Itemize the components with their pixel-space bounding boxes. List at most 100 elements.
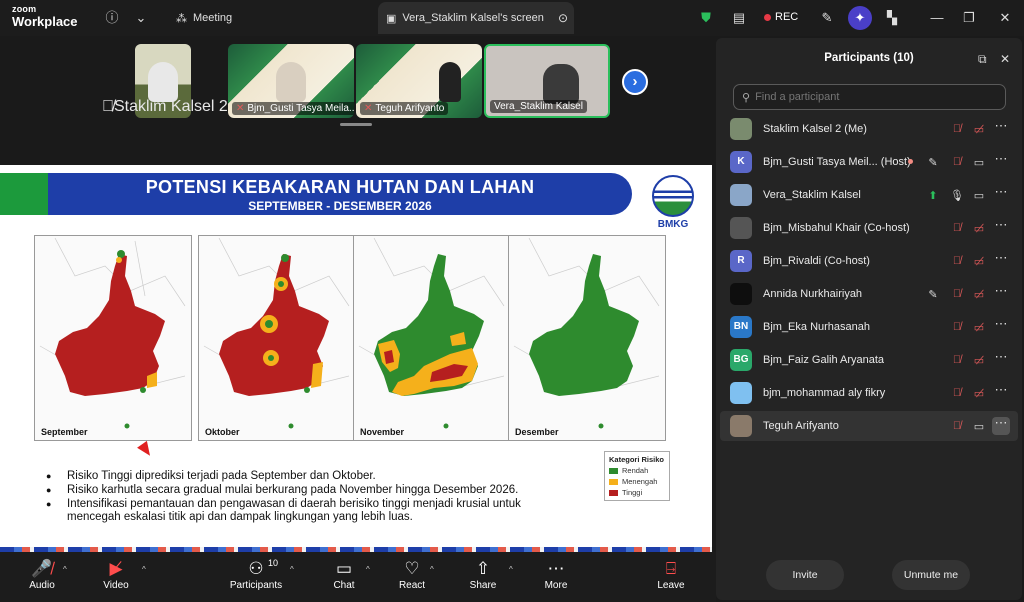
video-icon[interactable]: ▭ [972, 156, 986, 169]
video-icon[interactable]: ▭ [972, 189, 986, 202]
chat-icon: ▭ [335, 559, 353, 578]
mic-muted-icon[interactable]: 🎙̸ [950, 288, 964, 300]
participant-row[interactable]: Teguh Arifyanto 🎙̸ ▭ ⋯ [720, 411, 1018, 441]
info-icon[interactable]: ⓘ [103, 9, 121, 27]
mic-muted-icon[interactable]: 🎙̸ [950, 222, 964, 234]
search-icon: ⚲ [742, 91, 751, 104]
more-options-icon[interactable]: ⊙ [558, 11, 568, 25]
more-options-icon[interactable]: ⋯ [992, 416, 1010, 435]
video-options-caret[interactable]: ^ [142, 565, 146, 574]
video-off-icon[interactable]: ▭̸ [972, 321, 986, 334]
participant-row[interactable]: Staklim Kalsel 2 (Me) 🎙̸ ▭̸ ⋯ [720, 114, 1018, 144]
more-button[interactable]: ⋯ More [541, 558, 571, 591]
close-icon[interactable]: ✕ [996, 9, 1014, 27]
participant-name: Bjm_Rivaldi (Co-host) [763, 255, 870, 267]
participant-row[interactable]: bjm_mohammad aly fikry 🎙̸ ▭̸ ⋯ [720, 378, 1018, 408]
search-input[interactable] [755, 91, 996, 103]
video-thumbnail[interactable]: ✕ Teguh Arifyanto [356, 44, 482, 118]
strip-resize-handle[interactable] [340, 123, 372, 126]
recording-indicator[interactable]: REC [764, 11, 798, 23]
invite-button[interactable]: Invite [766, 560, 844, 590]
mic-icon[interactable]: 🎙 [950, 189, 964, 202]
mic-muted-icon[interactable]: 🎙̸ [950, 123, 964, 135]
map-graphic [203, 237, 350, 429]
share-options-caret[interactable]: ^ [509, 565, 513, 574]
participant-row[interactable]: BN Bjm_Eka Nurhasanah 🎙̸ ▭̸ ⋯ [720, 312, 1018, 342]
mic-muted-icon: 🎙̸ [102, 98, 114, 115]
more-options-icon[interactable]: ⋯ [992, 119, 1010, 138]
video-off-icon[interactable]: ▭̸ [972, 354, 986, 367]
tab-screen-share[interactable]: ▣ Vera_Staklim Kalsel's screen ⊙ [378, 2, 574, 34]
participant-row[interactable]: Annida Nurkhairiyah ✎ 🎙̸ ▭̸ ⋯ [720, 279, 1018, 309]
participants-options-caret[interactable]: ^ [290, 565, 294, 574]
video-off-icon[interactable]: ▭̸ [972, 387, 986, 400]
more-options-icon[interactable]: ⋯ [992, 218, 1010, 237]
share-screen-icon: ⇧ [475, 559, 491, 578]
more-options-icon[interactable]: ⋯ [992, 185, 1010, 204]
unmute-me-button[interactable]: Unmute me [892, 560, 970, 590]
audio-options-caret[interactable]: ^ [63, 565, 67, 574]
minimize-icon[interactable]: — [928, 9, 946, 27]
participant-row[interactable]: BG Bjm_Faiz Galih Aryanata 🎙̸ ▭̸ ⋯ [720, 345, 1018, 375]
participant-row[interactable]: Vera_Staklim Kalsel ⬆ 🎙 ▭ ⋯ [720, 180, 1018, 210]
participants-panel: Participants (10) ⧉ ✕ ⚲ Staklim Kalsel 2… [716, 38, 1022, 600]
participant-search[interactable]: ⚲ [733, 84, 1006, 110]
participant-row[interactable]: Bjm_Misbahul Khair (Co-host) 🎙̸ ▭̸ ⋯ [720, 213, 1018, 243]
notes-icon[interactable]: ▤ [730, 9, 748, 27]
ai-companion-icon[interactable]: ✦ [848, 6, 872, 30]
zoom-logo: zoom Workplace [12, 4, 78, 29]
participant-name: Annida Nurkhairiyah [763, 288, 863, 300]
annotate-icon: ✎ [928, 288, 938, 301]
mic-muted-icon[interactable]: 🎙̸ [950, 387, 964, 399]
apps-icon[interactable]: ▚ [883, 9, 901, 27]
more-options-icon[interactable]: ⋯ [992, 317, 1010, 336]
chat-options-caret[interactable]: ^ [366, 565, 370, 574]
thumbnail-name-tag: 🎙̸Staklim Kalsel 2 [102, 98, 228, 115]
legend-title: Kategori Risiko [609, 455, 665, 464]
mic-muted-icon[interactable]: 🎙̸ [950, 255, 964, 267]
video-icon[interactable]: ▭ [972, 420, 986, 433]
share-button[interactable]: ⇧ Share [468, 558, 498, 591]
mic-muted-icon[interactable]: 🎙̸ [950, 156, 964, 168]
slide-banner: POTENSI KEBAKARAN HUTAN DAN LAHAN SEPTEM… [48, 173, 632, 215]
pop-out-icon[interactable]: ⧉ [978, 52, 987, 67]
leave-button[interactable]: ⍈ Leave [655, 558, 687, 591]
more-options-icon[interactable]: ⋯ [992, 383, 1010, 402]
map-graphic [358, 237, 505, 429]
participants-count: 10 [268, 558, 279, 568]
avatar [730, 217, 752, 239]
participant-row[interactable]: R Bjm_Rivaldi (Co-host) 🎙̸ ▭̸ ⋯ [720, 246, 1018, 276]
video-button[interactable]: ▶̸ Video [100, 558, 132, 591]
thumbnail-name-tag: ✕ Teguh Arifyanto [360, 102, 449, 115]
participant-name: Bjm_Gusti Tasya Meil... (Host) [763, 156, 911, 168]
meeting-icon: ⁂ [176, 12, 187, 25]
audio-button[interactable]: 🎤̸ Audio [26, 558, 58, 591]
participant-row[interactable]: K Bjm_Gusti Tasya Meil... (Host) ✎ 🎙̸ ▭ … [720, 147, 1018, 177]
next-page-button[interactable]: › [622, 69, 648, 95]
chat-button[interactable]: ▭ Chat [330, 558, 358, 591]
person-figure [276, 62, 306, 102]
react-options-caret[interactable]: ^ [430, 565, 434, 574]
mic-muted-icon[interactable]: 🎙̸ [950, 321, 964, 333]
avatar [730, 184, 752, 206]
video-off-icon[interactable]: ▭̸ [972, 255, 986, 268]
annotate-icon[interactable]: ✎ [818, 9, 836, 27]
video-thumbnail-active-speaker[interactable]: Vera_Staklim Kalsel [484, 44, 610, 118]
react-button[interactable]: ♡ React [396, 558, 428, 591]
participants-button[interactable]: ⚇ 10 Participants [228, 558, 284, 591]
more-options-icon[interactable]: ⋯ [992, 251, 1010, 270]
more-options-icon[interactable]: ⋯ [992, 284, 1010, 303]
video-off-icon[interactable]: ▭̸ [972, 288, 986, 301]
more-options-icon[interactable]: ⋯ [992, 152, 1010, 171]
more-options-icon[interactable]: ⋯ [992, 350, 1010, 369]
close-panel-icon[interactable]: ✕ [1000, 52, 1010, 66]
restore-icon[interactable]: ❐ [960, 9, 978, 27]
tab-meeting[interactable]: ⁂ Meeting [168, 2, 240, 34]
mic-muted-icon[interactable]: 🎙̸ [950, 354, 964, 366]
video-off-icon[interactable]: ▭̸ [972, 222, 986, 235]
chevron-down-icon[interactable]: ⌄ [132, 9, 150, 27]
mic-muted-icon[interactable]: 🎙̸ [950, 420, 964, 432]
video-thumbnail[interactable]: ✕ Bjm_Gusti Tasya Meila... [228, 44, 354, 118]
video-off-icon[interactable]: ▭̸ [972, 123, 986, 136]
security-shield-icon[interactable]: ⛊ [697, 9, 715, 27]
